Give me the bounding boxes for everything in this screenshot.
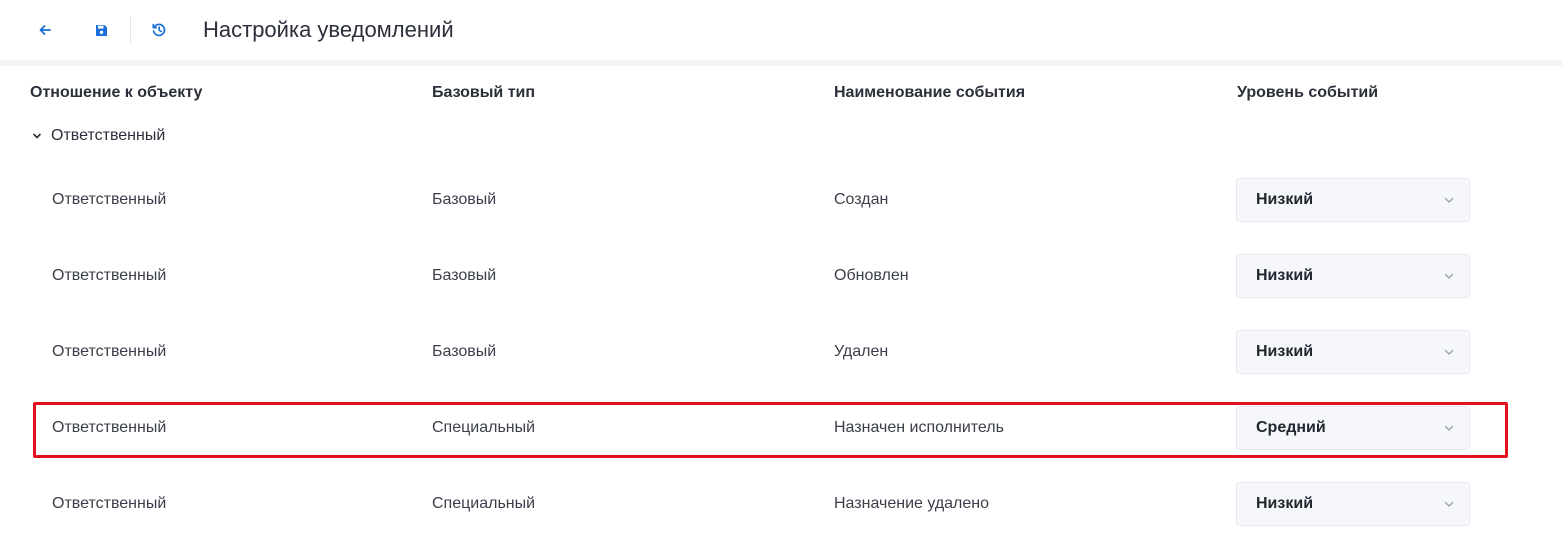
toolbar-divider <box>130 16 131 44</box>
cell-relation: Ответственный <box>52 191 167 208</box>
cell-base-type: Специальный <box>432 419 536 436</box>
event-level-value: Низкий <box>1256 267 1314 284</box>
cell-base-type: Базовый <box>432 191 497 208</box>
event-level-select[interactable]: Низкий <box>1236 482 1470 526</box>
cell-base-type: Базовый <box>432 343 497 360</box>
cell-event-name: Создан <box>834 191 889 208</box>
event-level-value: Низкий <box>1256 191 1314 208</box>
cell-event-name: Обновлен <box>834 267 909 284</box>
cell-relation: Ответственный <box>52 419 167 436</box>
event-level-value: Низкий <box>1256 343 1314 360</box>
history-icon <box>151 22 167 38</box>
cell-event-name: Удален <box>834 343 889 360</box>
event-level-select[interactable]: Низкий <box>1236 254 1470 298</box>
event-level-value: Низкий <box>1256 495 1314 512</box>
save-icon <box>95 24 108 37</box>
table-row: Ответственный Базовый Удален Низкий <box>0 330 1562 374</box>
column-header-relation: Отношение к объекту <box>30 84 203 101</box>
cell-event-name: Назначение удалено <box>834 495 990 512</box>
back-button[interactable] <box>31 16 59 44</box>
toolbar: Настройка уведомлений <box>0 0 1562 60</box>
event-level-select[interactable]: Низкий <box>1236 330 1470 374</box>
chevron-down-icon <box>1443 346 1455 358</box>
save-button[interactable] <box>87 16 115 44</box>
cell-base-type: Специальный <box>432 495 536 512</box>
column-header-event-name: Наименование события <box>834 84 1026 101</box>
history-button[interactable] <box>145 16 173 44</box>
event-level-value: Средний <box>1256 419 1326 436</box>
page-title: Настройка уведомлений <box>203 17 454 42</box>
cell-relation: Ответственный <box>52 495 167 512</box>
table-row: Ответственный Базовый Создан Низкий <box>0 178 1562 222</box>
table-row: Ответственный Специальный Назначение уда… <box>0 482 1562 526</box>
cell-relation: Ответственный <box>52 343 167 360</box>
table-header: Отношение к объекту Базовый тип Наименов… <box>0 82 1562 104</box>
group-label: Ответственный <box>51 127 166 144</box>
toolbar-separator <box>0 60 1562 66</box>
table-row: Ответственный Базовый Обновлен Низкий <box>0 254 1562 298</box>
chevron-down-icon <box>1443 270 1455 282</box>
cell-relation: Ответственный <box>52 267 167 284</box>
event-level-select[interactable]: Низкий <box>1236 178 1470 222</box>
cell-base-type: Базовый <box>432 267 497 284</box>
group-toggle-responsible[interactable]: Ответственный <box>32 125 165 147</box>
arrow-left-icon <box>38 23 52 37</box>
chevron-down-icon <box>32 130 44 142</box>
chevron-down-icon <box>1443 498 1455 510</box>
table-row: Ответственный Специальный Назначен испол… <box>0 406 1562 450</box>
chevron-down-icon <box>1443 422 1455 434</box>
chevron-down-icon <box>1443 194 1455 206</box>
column-header-base-type: Базовый тип <box>432 84 536 101</box>
column-header-event-level: Уровень событий <box>1237 84 1379 101</box>
event-level-select[interactable]: Средний <box>1236 406 1470 450</box>
cell-event-name: Назначен исполнитель <box>834 419 1004 436</box>
